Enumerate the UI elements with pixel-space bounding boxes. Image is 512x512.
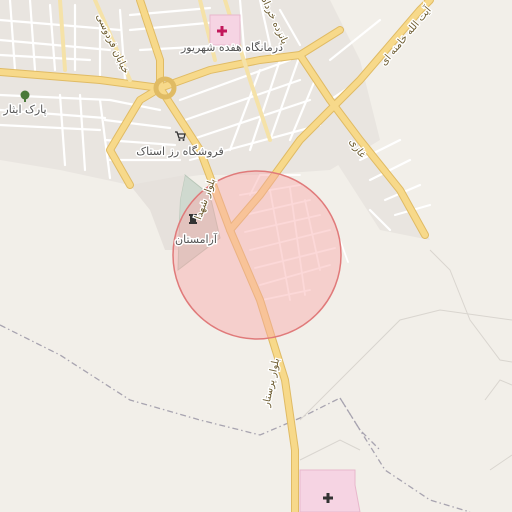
map-canvas[interactable]: درمانگاه هفده شهریور پارک ایثار فروشگاه …: [0, 0, 512, 512]
label-clinic-north: درمانگاه هفده شهریور: [180, 41, 283, 54]
hospital-building-south: [299, 469, 361, 512]
radius-circle[interactable]: [172, 170, 342, 340]
label-store: فروشگاه رز استاک: [136, 145, 223, 158]
label-park: پارک ایثار: [2, 103, 46, 116]
label-cemetery: آرامستان: [175, 232, 218, 246]
